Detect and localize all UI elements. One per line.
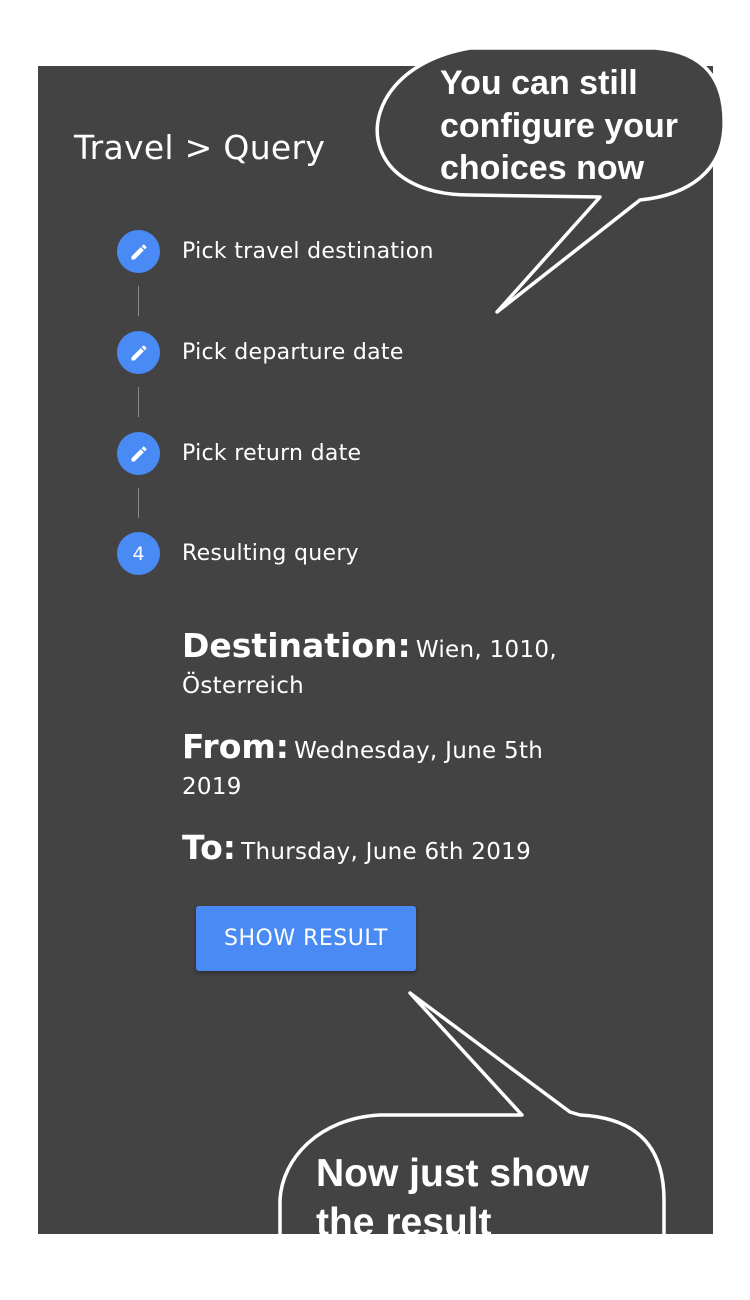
bottom-bubble-text: Now just show the result	[316, 1152, 589, 1234]
bottom-bubble-clip: Now just show the result	[0, 0, 750, 1234]
page-bottom-margin	[0, 1234, 750, 1300]
